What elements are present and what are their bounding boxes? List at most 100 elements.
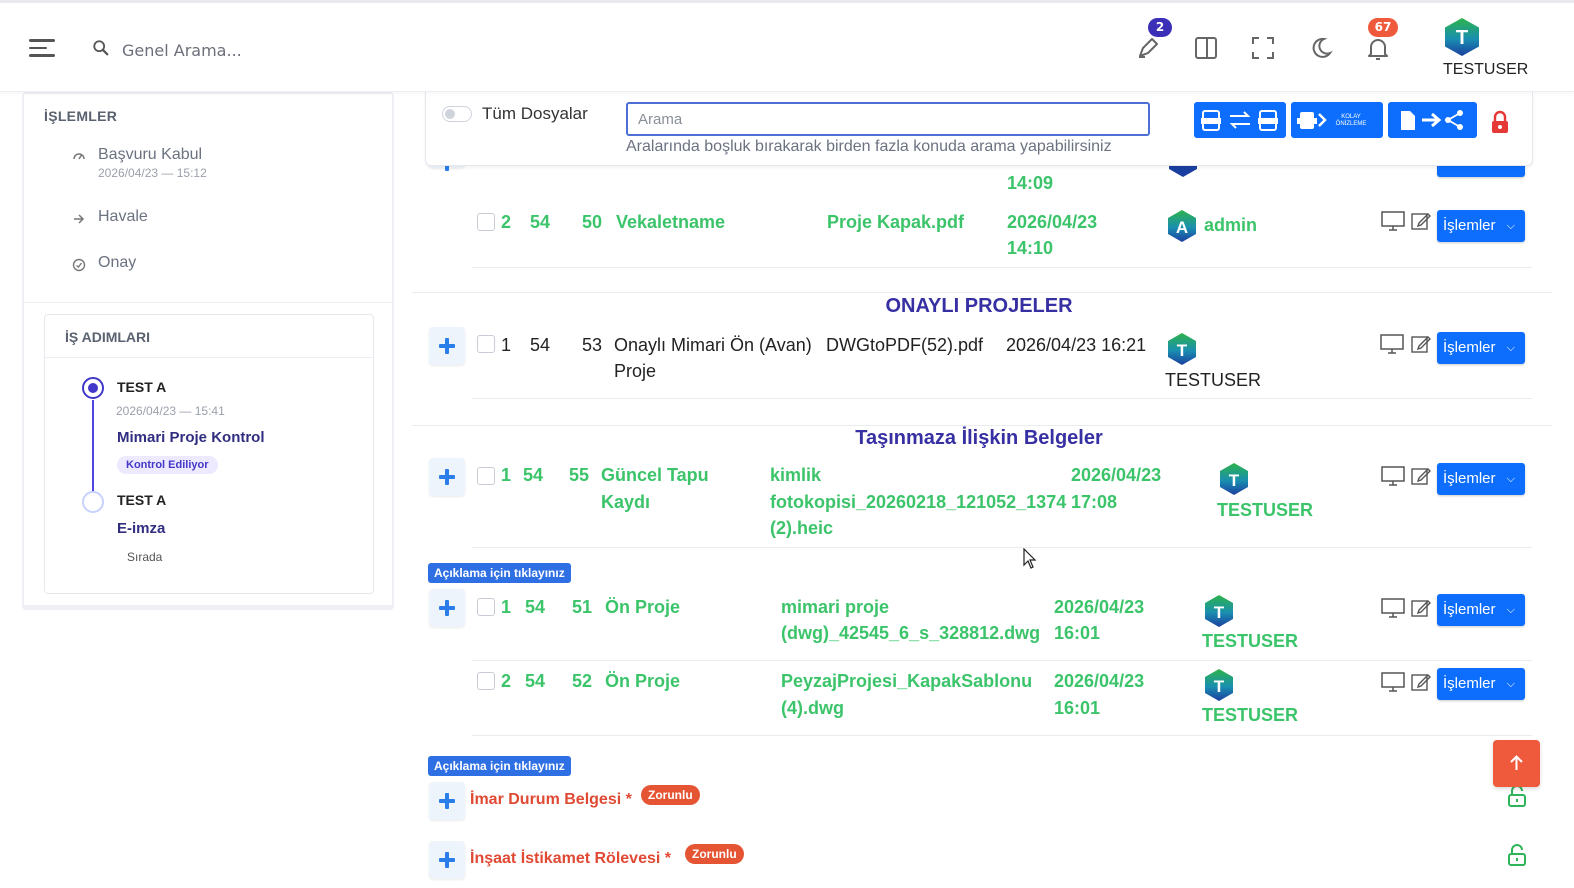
required-doc-label[interactable]: İmar Durum Belgesi *: [470, 791, 632, 809]
arrow-right-icon: [74, 214, 85, 224]
row-checkbox[interactable]: [477, 335, 495, 353]
actions-dropdown-button[interactable]: İşlemler ⌵: [1437, 668, 1525, 700]
row-checkbox[interactable]: [477, 672, 495, 690]
monitor-view-icon[interactable]: [1381, 598, 1405, 618]
edit-icon[interactable]: [1411, 598, 1431, 618]
user-name[interactable]: TESTUSER: [1443, 61, 1528, 79]
add-file-button[interactable]: [429, 782, 465, 820]
unlock-icon[interactable]: [1507, 785, 1527, 807]
monitor-view-icon[interactable]: [1380, 334, 1404, 354]
step-date: 2026/04/23 — 15:41: [116, 404, 225, 418]
unlock-icon[interactable]: [1507, 844, 1527, 866]
row-user: TESTUSER: [1165, 370, 1262, 390]
step-name: Mimari Proje Kontrol: [117, 429, 265, 446]
row-checkbox[interactable]: [477, 467, 495, 485]
svg-text:T: T: [1214, 603, 1225, 622]
global-search-input[interactable]: [122, 37, 422, 63]
monitor-view-icon[interactable]: [1381, 466, 1405, 486]
top-header: 2 67 T TESTUSER: [0, 0, 1574, 92]
row-file-link[interactable]: Proje Kapak.pdf: [827, 209, 964, 235]
row-separator: [472, 398, 1532, 399]
sidebar-item-onay[interactable]: Onay: [72, 254, 136, 272]
dwg-convert-button[interactable]: [1194, 102, 1286, 138]
actions-dropdown-button[interactable]: İşlemler ⌵: [1437, 210, 1525, 242]
row-date: 2026/04/23: [1071, 465, 1162, 485]
edit-icon[interactable]: [1411, 466, 1431, 486]
notification-bell-icon[interactable]: [1365, 35, 1391, 61]
file-toolbar: Tüm Dosyalar Aralarında boşluk bırakarak…: [425, 92, 1533, 166]
row-separator: [472, 267, 1532, 268]
layout-panel-icon[interactable]: [1193, 35, 1219, 61]
preview-icon: KOLAY ÖNİZLEME: [1297, 112, 1367, 129]
row-date: 2026/04/23: [1054, 597, 1145, 617]
required-doc-label[interactable]: İnşaat İstikamet Rölevesi *: [470, 850, 671, 868]
sidebar-item-date: 2026/04/23 — 15:12: [98, 166, 207, 180]
timeline-line: [92, 400, 94, 500]
dark-mode-moon-icon[interactable]: [1308, 35, 1334, 61]
scroll-to-top-button[interactable]: [1493, 740, 1540, 787]
row-time: 14:09: [1007, 173, 1054, 193]
row-checkbox[interactable]: [477, 213, 495, 231]
monitor-view-icon[interactable]: [1381, 672, 1405, 692]
pen-sign-icon[interactable]: [1135, 35, 1161, 61]
row-date: 2026/04/23: [1054, 671, 1145, 691]
edit-icon[interactable]: [1411, 334, 1431, 354]
search-help-text: Aralarında boşluk bırakarak birden fazla…: [626, 138, 1112, 155]
row-file-link-line2[interactable]: (4).dwg: [781, 695, 844, 721]
actions-dropdown-button[interactable]: İşlemler ⌵: [1437, 463, 1525, 495]
sidebar-item-basvuru-kabul[interactable]: Başvuru Kabul 2026/04/23 — 15:12: [73, 146, 207, 180]
row-doc-type: Ön Proje: [605, 671, 681, 691]
row-file-link-line2[interactable]: fotokopisi_20260218_121052_1374: [770, 489, 1066, 515]
svg-text:ÖNİZLEME: ÖNİZLEME: [1336, 120, 1367, 127]
step-user: TEST A: [117, 379, 167, 395]
timeline-dot-pending: [82, 491, 104, 513]
all-files-toggle[interactable]: [442, 106, 472, 122]
edit-icon[interactable]: [1411, 211, 1431, 231]
description-tag[interactable]: Açıklama için tıklayınız: [428, 756, 571, 776]
row-separator: [472, 660, 1532, 661]
row-index: 2: [501, 671, 512, 691]
section-separator: [412, 292, 1552, 293]
required-badge: Zorunlu: [685, 844, 744, 864]
share-file-button[interactable]: [1388, 102, 1477, 138]
row-index: 1: [501, 465, 512, 485]
actions-dropdown-button[interactable]: İşlemler ⌵: [1437, 594, 1525, 626]
document-list: 14:09 2 54 50 Vekaletname Proje Kapak.pd…: [412, 92, 1552, 888]
search-icon: [93, 40, 109, 56]
file-search-input[interactable]: [626, 102, 1150, 136]
row-user: TESTUSER: [1202, 631, 1299, 651]
row-file-link[interactable]: mimari proje: [781, 594, 889, 620]
row-checkbox[interactable]: [477, 598, 495, 616]
add-file-button[interactable]: [429, 327, 465, 365]
add-file-button[interactable]: [429, 841, 465, 879]
easy-preview-button[interactable]: KOLAY ÖNİZLEME: [1291, 102, 1383, 138]
fullscreen-icon[interactable]: [1250, 35, 1276, 61]
mouse-cursor-icon: [1023, 548, 1037, 569]
row-col1: 54: [523, 465, 544, 485]
row-file-link[interactable]: DWGtoPDF(52).pdf: [826, 332, 983, 358]
description-tag[interactable]: Açıklama için tıklayınız: [428, 563, 571, 583]
add-file-button[interactable]: [429, 458, 465, 496]
svg-text:T: T: [1456, 27, 1468, 49]
row-col2: 52: [572, 671, 593, 691]
step-user: TEST A: [117, 492, 167, 508]
monitor-view-icon[interactable]: [1381, 211, 1405, 231]
actions-dropdown-button[interactable]: İşlemler ⌵: [1437, 332, 1525, 364]
row-doc-type: Vekaletname: [616, 212, 726, 232]
lock-icon[interactable]: [1490, 110, 1510, 134]
row-file-link-line3[interactable]: (2).heic: [770, 515, 833, 541]
dwg-swap-icon: [1201, 110, 1278, 131]
edit-icon[interactable]: [1411, 672, 1431, 692]
user-avatar[interactable]: T: [1442, 17, 1482, 57]
row-file-link[interactable]: kimlik: [770, 462, 821, 488]
row-user: TESTUSER: [1202, 705, 1299, 725]
row-col1: 54: [530, 335, 551, 355]
avatar: A: [1168, 210, 1196, 242]
add-file-button[interactable]: [429, 589, 465, 627]
row-time: 17:08: [1071, 492, 1118, 512]
row-col2: 51: [572, 597, 593, 617]
row-file-link-line2[interactable]: (dwg)_42545_6_s_328812.dwg: [781, 620, 1040, 646]
menu-toggle-icon[interactable]: [29, 39, 55, 59]
sidebar-item-havale[interactable]: Havale: [74, 208, 148, 226]
row-file-link[interactable]: PeyzajProjesi_KapakSablonu: [781, 668, 1032, 694]
